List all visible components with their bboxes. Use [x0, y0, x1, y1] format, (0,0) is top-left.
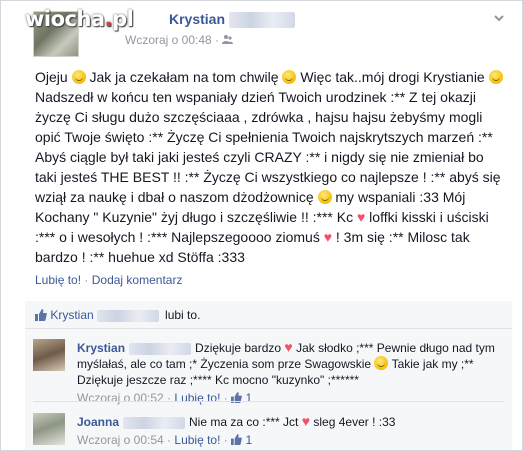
comment-body-text: Nie ma za co :*** Jct ♥ sleg 4ever ! :33: [189, 413, 396, 429]
smile-emoji-icon: [317, 190, 332, 204]
redacted-surname: [123, 416, 186, 429]
redacted-surname: [129, 342, 192, 355]
comment-like-button[interactable]: Lubię to!: [174, 433, 220, 447]
chevron-down-icon[interactable]: [492, 11, 506, 25]
comment-divider: [33, 401, 504, 402]
text-segment: sleg 4ever ! :33: [310, 415, 396, 429]
text-segment: Nadszedł w końcu ten wspaniały dzień Two…: [35, 89, 501, 205]
watermark-logo: wiocha.pl: [25, 7, 134, 31]
redacted-surname: [229, 12, 296, 29]
add-comment-button[interactable]: Dodaj komentarz: [92, 273, 183, 287]
comment-item: Krystian Dziękuje bardzo ♥ Jak słodko ;**…: [25, 335, 512, 405]
heart-emoji-icon: ♥: [301, 413, 311, 429]
likes-summary: Krystian lubi to.: [25, 301, 512, 329]
comment-like-count[interactable]: 1: [245, 433, 252, 447]
comment-meta: Wczoraj o 00:52 · Lubię to! · 1: [77, 391, 253, 405]
text-segment: Więc tak..mój drogi Krystianie: [296, 69, 489, 85]
thumbs-up-icon: [231, 433, 245, 447]
commenter-name-link[interactable]: Joanna: [77, 415, 119, 429]
author-name-link[interactable]: Krystian: [169, 11, 296, 29]
comment-content: Joanna Nie ma za co :*** Jct ♥ sleg 4ever…: [77, 413, 506, 448]
post-card: wiocha.pl Krystian Wczoraj o 00:48 · Oje…: [0, 0, 523, 451]
text-segment: Ojeju: [35, 69, 72, 85]
comment-like-count[interactable]: 1: [245, 391, 252, 405]
comment-like-button[interactable]: Lubię to!: [174, 391, 220, 405]
smile-emoji-icon: [488, 70, 503, 84]
heart-emoji-icon: ♥: [323, 229, 333, 245]
thumbs-up-icon: [231, 391, 245, 405]
comment-meta: Wczoraj o 00:54 · Lubię to! · 1: [77, 433, 253, 447]
smile-emoji-icon: [374, 356, 389, 370]
comment-timestamp[interactable]: Wczoraj o 00:54: [77, 433, 164, 447]
liker-name-link[interactable]: Krystian: [50, 308, 93, 322]
comment-item: Joanna Nie ma za co :*** Jct ♥ sleg 4ever…: [25, 409, 512, 451]
post-actions: Lubię to! · Dodaj komentarz: [35, 273, 183, 287]
thumbs-up-icon: [35, 308, 50, 322]
post-body-text: Ojeju Jak ja czekałam na tom chwilę Więc…: [35, 67, 505, 267]
post-meta: Wczoraj o 00:48 ·: [125, 33, 234, 47]
comment-content: Krystian Dziękuje bardzo ♥ Jak słodko ;**…: [77, 339, 506, 406]
commenter-name-link[interactable]: Krystian: [77, 341, 125, 355]
likes-suffix: lubi to.: [165, 308, 201, 322]
comments-section: Krystian Dziękuje bardzo ♥ Jak słodko ;**…: [25, 329, 512, 450]
audience-icon[interactable]: [222, 33, 234, 47]
like-button[interactable]: Lubię to!: [35, 273, 81, 287]
redacted-surname: [96, 309, 159, 322]
comment-timestamp[interactable]: Wczoraj o 00:52: [77, 391, 164, 405]
commenter-avatar[interactable]: [33, 413, 65, 445]
post-timestamp[interactable]: Wczoraj o 00:48: [125, 33, 212, 47]
commenter-avatar[interactable]: [33, 339, 65, 371]
heart-emoji-icon: ♥: [284, 339, 293, 355]
smile-emoji-icon: [282, 70, 297, 84]
text-segment: Dziękuje bardzo: [195, 341, 285, 355]
text-segment: Nie ma za co :*** Jct: [189, 415, 302, 429]
smile-emoji-icon: [71, 70, 86, 84]
text-segment: Jak ja czekałam na tom chwilę: [85, 69, 283, 85]
